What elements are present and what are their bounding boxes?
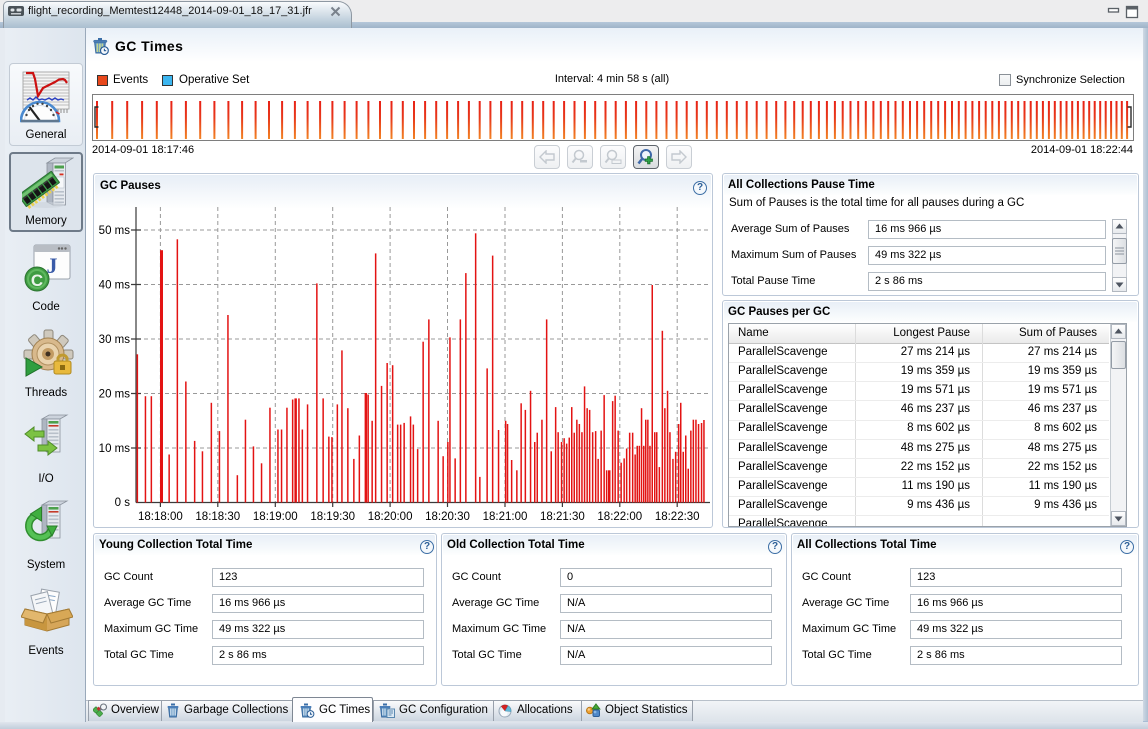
svg-text:18:19:00: 18:19:00 — [253, 511, 298, 523]
svg-text:18:21:00: 18:21:00 — [483, 511, 528, 523]
svg-text:18:22:30: 18:22:30 — [655, 511, 700, 523]
svg-text:18:19:30: 18:19:30 — [310, 511, 355, 523]
svg-text:40 ms: 40 ms — [99, 280, 131, 292]
svg-text:18:21:30: 18:21:30 — [540, 511, 585, 523]
svg-text:18:20:30: 18:20:30 — [425, 511, 470, 523]
svg-text:18:18:00: 18:18:00 — [138, 511, 183, 523]
svg-text:0 s: 0 s — [115, 497, 131, 509]
svg-text:18:20:00: 18:20:00 — [368, 511, 413, 523]
svg-text:18:18:30: 18:18:30 — [195, 511, 240, 523]
svg-text:20 ms: 20 ms — [99, 389, 131, 401]
svg-text:50 ms: 50 ms — [99, 225, 131, 237]
svg-text:30 ms: 30 ms — [99, 334, 131, 346]
svg-text:C: C — [31, 271, 43, 290]
svg-text:18:22:00: 18:22:00 — [597, 511, 642, 523]
svg-text:10 ms: 10 ms — [99, 443, 131, 455]
